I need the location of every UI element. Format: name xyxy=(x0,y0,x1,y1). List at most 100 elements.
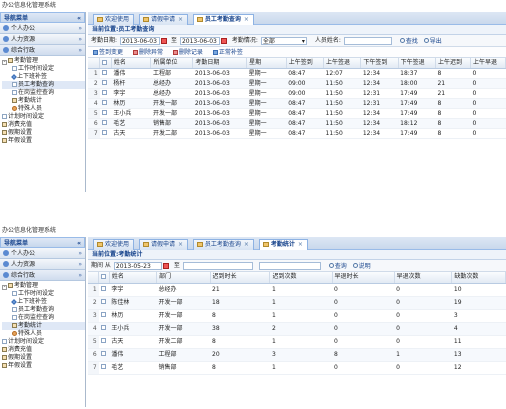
row-checkbox[interactable] xyxy=(98,296,110,310)
table-row[interactable]: 4 林历 开发一部 2013-06-03 星期一 08:47 11:50 12:31 17:49… xyxy=(88,98,506,109)
table-row[interactable]: 3 林历 开发一部 8 1 0 0 3 xyxy=(88,309,506,323)
checkbox-icon[interactable] xyxy=(101,80,107,85)
checkbox-icon[interactable] xyxy=(100,286,106,291)
tree-node-attendance-query[interactable]: 员工考勤查询 xyxy=(2,306,85,314)
table-row[interactable]: 1 潘伟 工程部 2013-06-03 星期一 08:47 12:07 12:34 18:37 8… xyxy=(88,68,506,79)
date-to-input[interactable]: 2013-06-03 xyxy=(179,37,220,45)
checkbox-icon[interactable] xyxy=(100,338,106,343)
close-icon[interactable]: × xyxy=(178,16,183,23)
tree-node-onduty[interactable]: 在岗监控查询 xyxy=(2,314,85,322)
table-row[interactable]: 2 杨杆 总经办 2013-06-03 星期一 09:00 11:50 12:34 18:00 2… xyxy=(88,78,506,89)
select-all-checkbox[interactable] xyxy=(98,272,110,284)
row-checkbox[interactable] xyxy=(99,128,112,139)
tree-node-special[interactable]: 特殊人员 xyxy=(2,330,85,338)
table-row[interactable]: 5 王小兵 开发一部 2013-06-03 星期一 08:47 11:50 12:34 17:4… xyxy=(88,108,506,119)
table-row[interactable]: 5 古天 开发二部 8 1 0 0 11 xyxy=(88,335,506,349)
tree-collapse-icon[interactable]: - xyxy=(2,59,7,65)
query-button[interactable]: 查询 xyxy=(327,262,349,271)
table-row[interactable]: 7 古天 开发二部 2013-06-03 星期一 08:47 11:50 12:34 17:49… xyxy=(88,128,506,139)
tree-node-attendance[interactable]: - 考勤管理 xyxy=(2,57,85,65)
extra-input[interactable] xyxy=(258,262,321,270)
row-checkbox[interactable] xyxy=(99,118,112,129)
nav-section-admin[interactable]: 综合行政 » xyxy=(0,45,85,56)
export-button[interactable]: 导出 xyxy=(422,37,444,46)
person-input[interactable] xyxy=(343,37,392,45)
tree-node-special[interactable]: 特殊人员 xyxy=(2,105,85,113)
normal-resign-button[interactable]: 正常补签 xyxy=(211,47,246,58)
tree-node-onduty[interactable]: 在岗监控查询 xyxy=(2,89,85,97)
row-checkbox[interactable] xyxy=(98,283,110,297)
status-select[interactable]: 全部 ▾ xyxy=(260,37,307,45)
tree-node-holiday[interactable]: 假期设置 xyxy=(2,129,85,137)
row-checkbox[interactable] xyxy=(98,309,110,323)
search-button[interactable]: 查找 xyxy=(398,37,420,46)
table-row[interactable]: 3 李宇 总经办 2013-06-03 星期一 09:00 11:50 12:31 17:49 2… xyxy=(88,88,506,99)
tree-node-resign[interactable]: 上下班补签 xyxy=(2,298,85,306)
tree-node-attendance-query[interactable]: 员工考勤查询 xyxy=(2,81,85,89)
tree-node-worktime[interactable]: 工作时间设定 xyxy=(2,65,85,73)
checkbox-icon[interactable] xyxy=(100,312,106,317)
table-row[interactable]: 6 毛艺 销售部 2013-06-03 星期一 08:47 11:50 12:34 18:12 8… xyxy=(88,118,506,129)
tree-node-recharge[interactable]: 消费充值 xyxy=(2,121,85,129)
tree-collapse-icon[interactable]: - xyxy=(2,284,7,290)
checkbox-icon[interactable] xyxy=(101,120,107,125)
delete-record-button[interactable]: 删除记录 xyxy=(171,47,206,58)
table-row[interactable]: 1 李宇 总经办 21 1 0 0 10 xyxy=(88,283,506,297)
table-row[interactable]: 6 潘伟 工程部 20 3 8 1 13 xyxy=(88,348,506,362)
close-icon[interactable]: × xyxy=(244,16,249,23)
tab-welcome[interactable]: 欢迎使用 xyxy=(93,14,135,25)
nav-header[interactable]: 导航菜单 « xyxy=(0,12,85,23)
select-all-checkbox[interactable] xyxy=(99,58,112,69)
checkbox-icon[interactable] xyxy=(101,90,107,95)
row-checkbox[interactable] xyxy=(99,78,112,89)
row-checkbox[interactable] xyxy=(99,108,112,119)
checkbox-icon[interactable] xyxy=(100,351,106,356)
delete-anomaly-button[interactable]: 删除异常 xyxy=(131,47,166,58)
help-button[interactable]: 说明 xyxy=(351,262,373,271)
row-checkbox[interactable] xyxy=(98,361,110,375)
date-to-input[interactable] xyxy=(182,262,253,270)
nav-section-hr[interactable]: 人力资源 » xyxy=(0,259,85,270)
checkbox-icon[interactable] xyxy=(102,59,108,65)
date-from-input[interactable]: 2013-06-03 xyxy=(120,37,161,45)
row-checkbox[interactable] xyxy=(98,348,110,362)
row-checkbox[interactable] xyxy=(99,68,112,79)
nav-section-personal[interactable]: 个人办公 » xyxy=(0,23,85,34)
calendar-icon[interactable] xyxy=(220,38,227,44)
close-icon[interactable]: × xyxy=(244,241,249,248)
row-checkbox[interactable] xyxy=(99,88,112,99)
table-row[interactable]: 2 陈佳林 开发一部 18 1 0 0 19 xyxy=(88,296,506,310)
tree-node-plan[interactable]: 计划时间设定 xyxy=(2,113,85,121)
checkbox-icon[interactable] xyxy=(100,325,106,330)
tree-node-attendance[interactable]: - 考勤管理 xyxy=(2,282,85,290)
row-checkbox[interactable] xyxy=(98,322,110,336)
calendar-icon[interactable] xyxy=(162,263,169,269)
change-signin-button[interactable]: 签到变更 xyxy=(91,47,126,58)
checkbox-icon[interactable] xyxy=(101,100,107,105)
checkbox-icon[interactable] xyxy=(100,364,106,369)
calendar-icon[interactable] xyxy=(161,38,168,44)
tree-node-annual[interactable]: 年假设置 xyxy=(2,137,85,145)
close-icon[interactable]: × xyxy=(298,241,303,248)
nav-section-personal[interactable]: 个人办公 » xyxy=(0,248,85,259)
row-checkbox[interactable] xyxy=(98,335,110,349)
tab-attendance-stats[interactable]: 考勤统计 × xyxy=(258,239,308,250)
tab-leave-request[interactable]: 请假申请 × xyxy=(138,14,188,25)
tab-attendance-query[interactable]: 员工考勤查询 × xyxy=(192,14,254,25)
nav-section-hr[interactable]: 人力资源 » xyxy=(0,34,85,45)
tree-node-stats[interactable]: 考勤统计 xyxy=(2,322,85,330)
row-checkbox[interactable] xyxy=(99,98,112,109)
tab-leave-request[interactable]: 请假申请 × xyxy=(138,239,188,250)
tab-attendance-query[interactable]: 员工考勤查询 × xyxy=(192,239,254,250)
tree-node-holiday[interactable]: 假期设置 xyxy=(2,354,85,362)
table-row[interactable]: 4 王小兵 开发一部 38 2 0 0 4 xyxy=(88,322,506,336)
date-from-input[interactable]: 2013-05-23 xyxy=(113,262,162,270)
tab-welcome[interactable]: 欢迎使用 xyxy=(93,239,135,250)
checkbox-icon[interactable] xyxy=(101,273,107,279)
tree-node-plan[interactable]: 计划时间设定 xyxy=(2,338,85,346)
tree-node-worktime[interactable]: 工作时间设定 xyxy=(2,290,85,298)
tree-node-stats[interactable]: 考勤统计 xyxy=(2,97,85,105)
table-row[interactable]: 7 毛艺 销售部 8 1 0 0 12 xyxy=(88,361,506,375)
tree-node-resign[interactable]: 上下班补签 xyxy=(2,73,85,81)
checkbox-icon[interactable] xyxy=(101,70,107,75)
